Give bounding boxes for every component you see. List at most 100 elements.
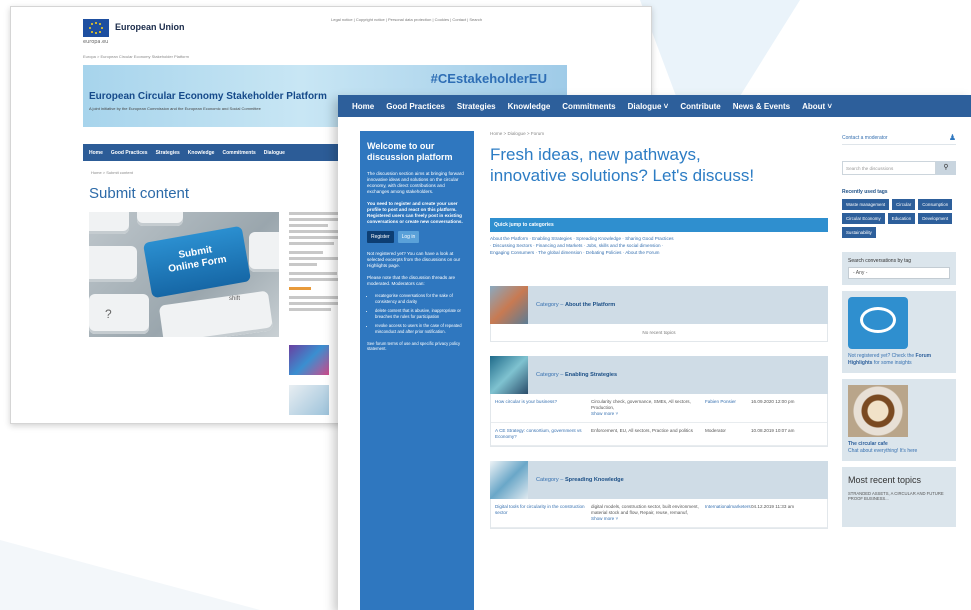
recent-topics-box: Most recent topics STRANDED ASSETS, A CI… [842, 467, 956, 527]
quick-jump-heading: Quick jump to categories [490, 218, 828, 232]
search-input[interactable]: Search the discussions [842, 161, 936, 175]
welcome-intro: The discussion section aims at bringing … [367, 171, 464, 194]
topic-title[interactable]: Digital tools for circularity in the con… [495, 504, 591, 522]
category-label[interactable]: Category – Spreading Knowledge [536, 477, 624, 483]
speech-bubble-icon [848, 297, 908, 349]
contact-moderator-link[interactable]: Contact a moderator ♟ [842, 131, 956, 145]
table-row[interactable]: Digital tools for circularity in the con… [491, 499, 827, 528]
tag[interactable]: Education [887, 213, 916, 224]
back-nav-bar: Home Good Practices Strategies Knowledge… [83, 144, 349, 161]
tag-select[interactable]: - Any - [848, 267, 950, 279]
coffee-cup-image [848, 385, 908, 437]
topic-author[interactable]: Internationalmarketers [705, 504, 751, 522]
welcome-highlights-note: Not registered yet? You can have a look … [367, 251, 461, 268]
topic-tags: Circularity check, governance, SMEs, All… [591, 399, 691, 416]
circular-cafe-card[interactable]: The circular cafe Chat about everything! … [842, 379, 956, 461]
topic-date: 16.09.2020 12:00 pm [751, 399, 795, 404]
nav-dialogue[interactable]: Dialogue [264, 150, 285, 156]
banner-title: European Circular Economy Stakeholder Pl… [89, 91, 327, 102]
quick-links-row[interactable]: Engaging Consumers · The global dimensio… [490, 249, 828, 256]
recent-topics-title: Most recent topics [848, 475, 922, 485]
nav-knowledge[interactable]: Knowledge [508, 102, 551, 111]
quick-links-row[interactable]: About the Platform · Enabling Strategies… [490, 235, 828, 242]
nav-home[interactable]: Home [352, 102, 374, 111]
table-row[interactable]: How circular is your business? Circulari… [491, 394, 827, 423]
register-button[interactable]: Register [367, 231, 394, 243]
forum-sidebar: Contact a moderator ♟ Search the discuss… [842, 131, 956, 527]
list-item: recategorise conversations for the sake … [375, 293, 467, 304]
eu-flag-icon [83, 19, 109, 37]
breadcrumb[interactable]: Home > Submit content [91, 170, 133, 175]
tag[interactable]: Circular [892, 199, 916, 210]
category-image [490, 356, 528, 394]
category-header[interactable]: Category – Spreading Knowledge [490, 461, 828, 499]
nav-news-events[interactable]: News & Events [733, 102, 790, 111]
cafe-text: The circular cafe Chat about everything! … [848, 441, 918, 454]
topic-table: Digital tools for circularity in the con… [490, 499, 828, 529]
banner-subtitle: A joint initiative by the European Commi… [89, 106, 261, 111]
search-icon[interactable]: ⚲ [936, 161, 956, 175]
no-recent-topics: No recent topics [490, 324, 828, 342]
article-thumbnail[interactable] [289, 385, 329, 415]
login-button[interactable]: Log in [397, 231, 420, 243]
keyboard-image: Submit Online Form shift ? [89, 212, 279, 337]
headline-line-2: innovative solutions? Let's discuss! [490, 166, 755, 185]
welcome-panel: Welcome to our discussion platform The d… [360, 131, 474, 610]
flag-caption: europa.eu [83, 39, 109, 45]
question-key-label: ? [105, 307, 112, 321]
nav-knowledge[interactable]: Knowledge [188, 150, 215, 156]
article-thumbnail[interactable] [289, 345, 329, 375]
tag[interactable]: Sustainability [842, 227, 876, 238]
topic-title[interactable]: A CE Strategy: consortium, government vs… [495, 428, 591, 440]
tag-cloud: Waste management Circular Consumption Ci… [842, 199, 956, 238]
tag[interactable]: Circular Economy [842, 213, 885, 224]
nav-contribute[interactable]: Contribute [680, 102, 720, 111]
category-label[interactable]: Category – Enabling Strategies [536, 372, 617, 378]
top-links[interactable]: Legal notice | Copyright notice | Person… [331, 17, 482, 22]
main-nav-bar: Home Good Practices Strategies Knowledge… [338, 95, 971, 117]
tag[interactable]: Development [918, 213, 953, 224]
breadcrumb[interactable]: Home > Dialogue > Forum [490, 131, 828, 136]
breadcrumb-top[interactable]: Europa > European Circular Economy Stake… [83, 54, 189, 59]
shift-key-label: shift [229, 296, 241, 302]
nav-dialogue[interactable]: Dialogue ˅ [628, 102, 669, 111]
highlights-text[interactable]: Not registered yet? Check the Forum High… [848, 353, 950, 367]
forum-main: Home > Dialogue > Forum Fresh ideas, new… [490, 131, 828, 529]
nav-about[interactable]: About ˅ [802, 102, 832, 111]
table-row[interactable]: A CE Strategy: consortium, government vs… [491, 423, 827, 446]
topic-tags: digital models, construction sector, bui… [591, 504, 699, 521]
nav-good-practices[interactable]: Good Practices [386, 102, 445, 111]
quick-jump-links[interactable]: About the Platform · Enabling Strategies… [490, 235, 828, 256]
banner-hashtag: #CEstakeholderEU [430, 71, 547, 86]
topic-author[interactable]: Fabien Ponsier [705, 399, 751, 417]
nav-good-practices[interactable]: Good Practices [111, 150, 148, 156]
headline-line-1: Fresh ideas, new pathways, [490, 145, 701, 164]
welcome-register-note: You need to register and create your use… [367, 201, 463, 224]
list-item: revoke access to users in the case of re… [375, 323, 467, 334]
nav-home[interactable]: Home [89, 150, 103, 156]
tag[interactable]: Consumption [918, 199, 953, 210]
tag[interactable]: Waste management [842, 199, 890, 210]
page-title: Submit content [89, 185, 190, 202]
nav-commitments[interactable]: Commitments [222, 150, 255, 156]
category-header[interactable]: Category – Enabling Strategies [490, 356, 828, 394]
topic-date: 04.12.2019 11:33 am [751, 504, 795, 509]
moderation-list: recategorise conversations for the sake … [375, 293, 467, 335]
nav-commitments[interactable]: Commitments [562, 102, 615, 111]
topic-author: Moderator [705, 428, 726, 433]
nav-strategies[interactable]: Strategies [457, 102, 496, 111]
list-item: delete content that is abusive, inapprop… [375, 308, 467, 319]
recent-topic-item[interactable]: STRANDED ASSETS, A CIRCULAR AND FUTURE P… [848, 491, 950, 502]
nav-strategies[interactable]: Strategies [156, 150, 180, 156]
org-name: European Union [115, 22, 185, 32]
category-label[interactable]: Category – About the Platform [536, 302, 615, 308]
quick-links-row[interactable]: · Discussing Sectors · Financing and Mar… [490, 242, 828, 249]
welcome-title: Welcome to our discussion platform [367, 141, 453, 162]
topic-title[interactable]: How circular is your business? [495, 399, 591, 417]
contact-label[interactable]: Contact a moderator [842, 135, 888, 141]
category-header[interactable]: Category – About the Platform [490, 286, 828, 324]
discussion-forum-page: Home Good Practices Strategies Knowledge… [338, 95, 971, 610]
terms-link[interactable]: See forum terms of use and specific priv… [367, 341, 467, 352]
highlights-card[interactable]: Not registered yet? Check the Forum High… [842, 291, 956, 373]
submit-online-form-key: Submit Online Form [142, 225, 252, 299]
